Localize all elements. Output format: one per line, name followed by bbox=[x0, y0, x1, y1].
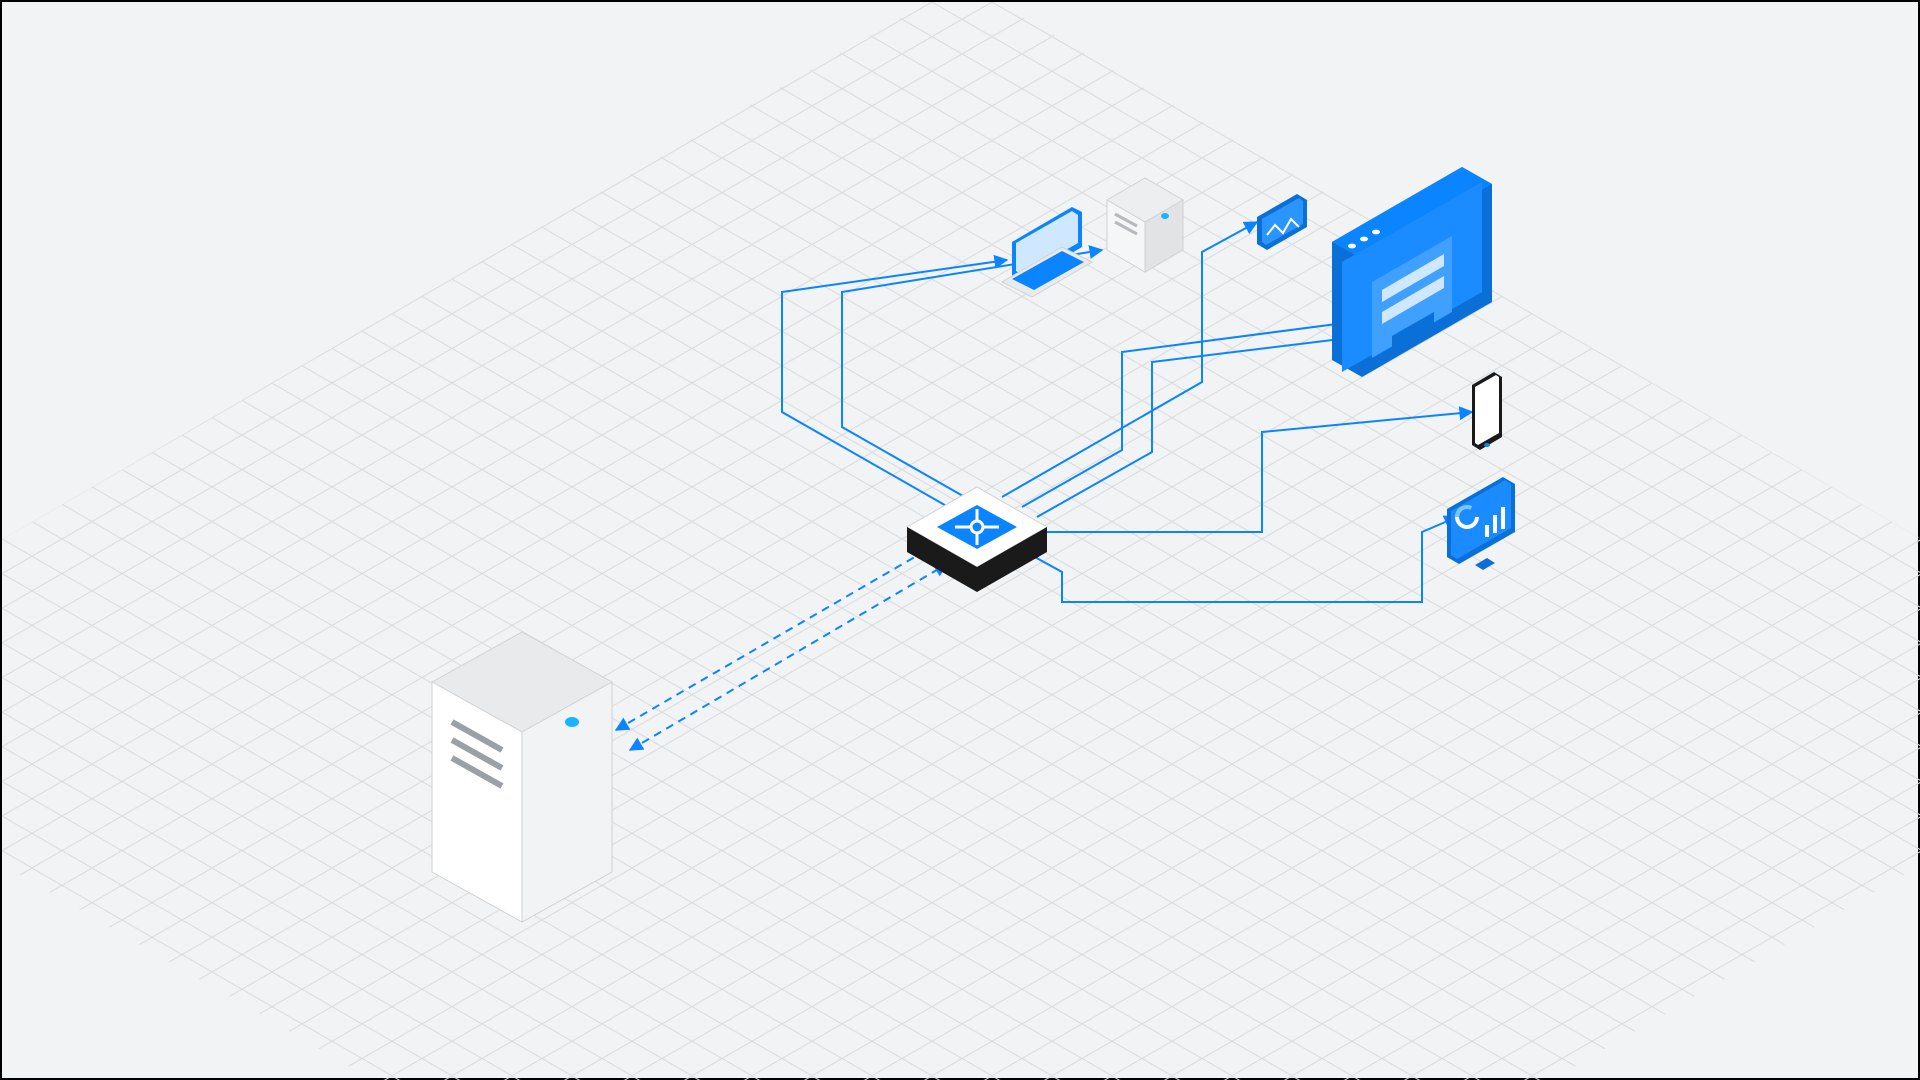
diagram-svg bbox=[2, 2, 1920, 1080]
main-server-icon bbox=[432, 632, 612, 922]
diagram-canvas bbox=[0, 0, 1920, 1080]
smartphone-icon bbox=[1472, 372, 1502, 450]
